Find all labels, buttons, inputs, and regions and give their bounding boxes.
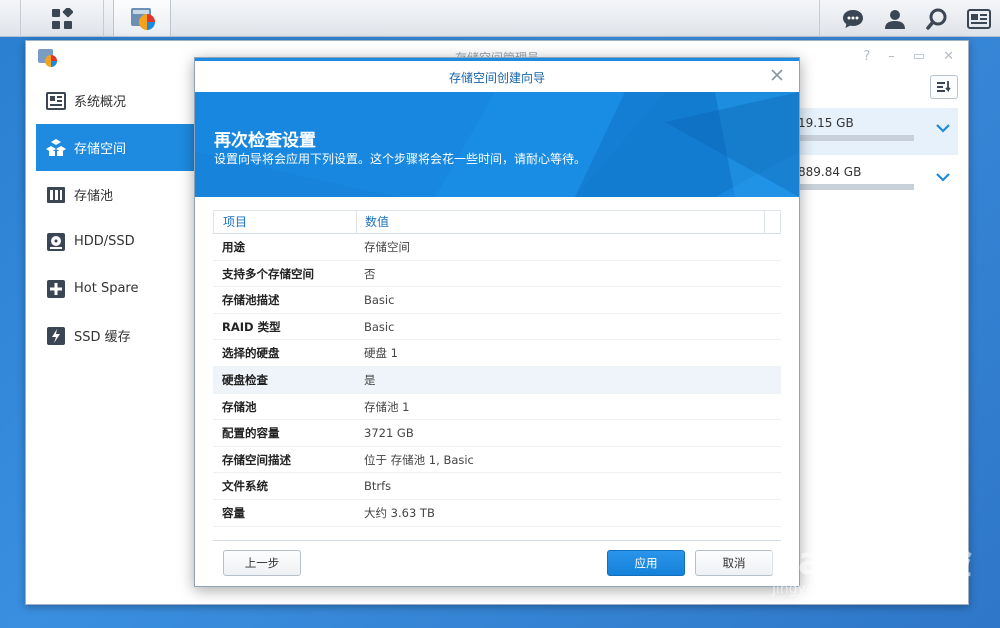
taskbar	[0, 0, 1000, 37]
column-header-value[interactable]: 数值	[357, 211, 765, 233]
volume-size: 19.15 GB	[798, 116, 854, 130]
sidebar-item-label: SSD 缓存	[74, 330, 131, 345]
grid-menu-icon	[52, 7, 73, 29]
sidebar-item-volume[interactable]: 存储空间	[36, 124, 196, 171]
maximize-icon[interactable]: ▭	[913, 49, 925, 64]
watermark-logo: Baidu经验 jingyan.baidu.com	[768, 530, 973, 597]
setting-value: 否	[364, 266, 376, 281]
dialog-header[interactable]: 存储空间创建向导	[195, 58, 799, 92]
table-row[interactable]: 存储池 存储池 1	[213, 394, 781, 421]
settings-summary-table: 项目 数值 用途 存储空间支持多个存储空间 否存储池描述 Basic RAID 类型 Ba…	[213, 210, 781, 541]
table-row[interactable]: 支持多个存储空间 否	[213, 261, 781, 288]
table-row[interactable]: 选择的硬盘 硬盘 1	[213, 340, 781, 367]
previous-button[interactable]: 上一步	[223, 550, 301, 576]
sort-icon	[937, 81, 951, 93]
sidebar-item-hot-spare[interactable]: Hot Spare	[36, 265, 196, 312]
widgets-button[interactable]	[958, 0, 1000, 37]
table-footer-space	[213, 527, 781, 541]
table-header: 项目 数值	[213, 210, 781, 234]
sidebar-item-label: HDD/SSD	[74, 234, 135, 249]
wizard-step-heading: 再次检查设置	[214, 131, 316, 151]
volume-icon	[46, 138, 66, 158]
setting-name: 配置的容量	[222, 426, 280, 441]
sidebar-item-label: 系统概况	[74, 95, 127, 110]
setting-name: 硬盘检查	[222, 372, 268, 387]
setting-value: 大约 3.63 TB	[364, 505, 435, 520]
main-menu-button[interactable]	[20, 0, 104, 37]
setting-name: 容量	[222, 505, 245, 520]
volume-creation-wizard-dialog: 存储空间创建向导 再次检查设置 设置向导将会应用下列设置。这个步骤将会花一些时间…	[194, 57, 800, 587]
overview-icon	[46, 91, 66, 111]
search-button[interactable]	[916, 0, 958, 37]
ssd-cache-icon	[46, 326, 66, 346]
sidebar-item-overview[interactable]: 系统概况	[36, 77, 196, 124]
sidebar-item-label: 存储空间	[74, 142, 127, 157]
chat-bubble-icon	[843, 9, 863, 28]
sidebar-item-label: Hot Spare	[74, 281, 139, 296]
table-row[interactable]: 用途 存储空间	[213, 234, 781, 261]
setting-name: 支持多个存储空间	[222, 266, 314, 281]
apply-button[interactable]: 应用	[607, 550, 685, 576]
setting-value: 存储池 1	[364, 399, 410, 414]
setting-value: 是	[364, 372, 376, 387]
watermark-text: Baidu经验	[768, 539, 973, 583]
sidebar-item-ssd-cache[interactable]: SSD 缓存	[36, 312, 196, 359]
sidebar-item-hdd-ssd[interactable]: HDD/SSD	[36, 218, 196, 265]
user-icon	[885, 9, 905, 29]
sidebar-item-storage-pool[interactable]: 存储池	[36, 171, 196, 218]
search-icon	[926, 8, 947, 30]
chevron-down-icon[interactable]	[936, 172, 950, 182]
volume-usage-bar	[798, 184, 914, 190]
setting-name: 存储空间描述	[222, 452, 291, 467]
table-row[interactable]: RAID 类型 Basic	[213, 314, 781, 341]
setting-value: 硬盘 1	[364, 346, 398, 361]
hot-spare-icon	[46, 279, 66, 299]
widgets-icon	[967, 8, 991, 29]
setting-name: 存储池描述	[222, 293, 280, 308]
dialog-title: 存储空间创建向导	[448, 71, 545, 85]
setting-name: RAID 类型	[222, 319, 281, 334]
chevron-down-icon[interactable]	[936, 123, 950, 133]
setting-value: 3721 GB	[364, 426, 414, 441]
dialog-footer: 上一步 应用 取消	[195, 542, 799, 586]
table-row[interactable]: 文件系统 Btrfs	[213, 473, 781, 500]
table-row[interactable]: 存储空间描述 位于 存储池 1, Basic	[213, 447, 781, 474]
taskbar-storage-manager-button[interactable]	[113, 0, 171, 37]
volume-size: 889.84 GB	[798, 165, 862, 179]
help-icon[interactable]: ?	[863, 49, 870, 64]
hdd-icon	[46, 232, 66, 252]
setting-value: 存储空间	[364, 240, 410, 254]
volume-usage-bar	[798, 135, 914, 141]
setting-name: 选择的硬盘	[222, 346, 280, 361]
sort-button[interactable]	[930, 75, 958, 99]
setting-value: Btrfs	[364, 479, 392, 494]
setting-name: 文件系统	[222, 479, 268, 494]
setting-value: Basic	[364, 319, 395, 334]
setting-name: 存储池	[222, 399, 257, 414]
wizard-step-description: 设置向导将会应用下列设置。这个步骤将会花一些时间，请耐心等待。	[214, 152, 587, 166]
wizard-banner: 再次检查设置 设置向导将会应用下列设置。这个步骤将会花一些时间，请耐心等待。	[195, 92, 799, 197]
sidebar: 系统概况 存储空间 存储池 HDD/SSD Hot Spare SSD 缓存	[36, 77, 196, 359]
table-row[interactable]: 配置的容量 3721 GB	[213, 420, 781, 447]
close-icon[interactable]	[769, 67, 785, 83]
minimize-icon[interactable]: –	[888, 49, 895, 64]
setting-name: 用途	[222, 240, 245, 254]
table-row[interactable]: 存储池描述 Basic	[213, 287, 781, 314]
column-header-item[interactable]: 项目	[214, 211, 357, 233]
table-row[interactable]: 容量 大约 3.63 TB	[213, 500, 781, 527]
setting-value: Basic	[364, 293, 395, 308]
setting-value: 位于 存储池 1, Basic	[364, 452, 474, 467]
storage-manager-app-icon	[131, 8, 155, 30]
user-button[interactable]	[874, 0, 916, 37]
table-row[interactable]: 硬盘检查 是	[213, 366, 781, 394]
window-close-icon[interactable]: ✕	[943, 49, 954, 64]
notification-button[interactable]	[832, 0, 874, 37]
storage-pool-icon	[46, 185, 66, 205]
cancel-button[interactable]: 取消	[695, 550, 773, 576]
sidebar-item-label: 存储池	[74, 189, 114, 204]
taskbar-separator	[819, 0, 820, 37]
